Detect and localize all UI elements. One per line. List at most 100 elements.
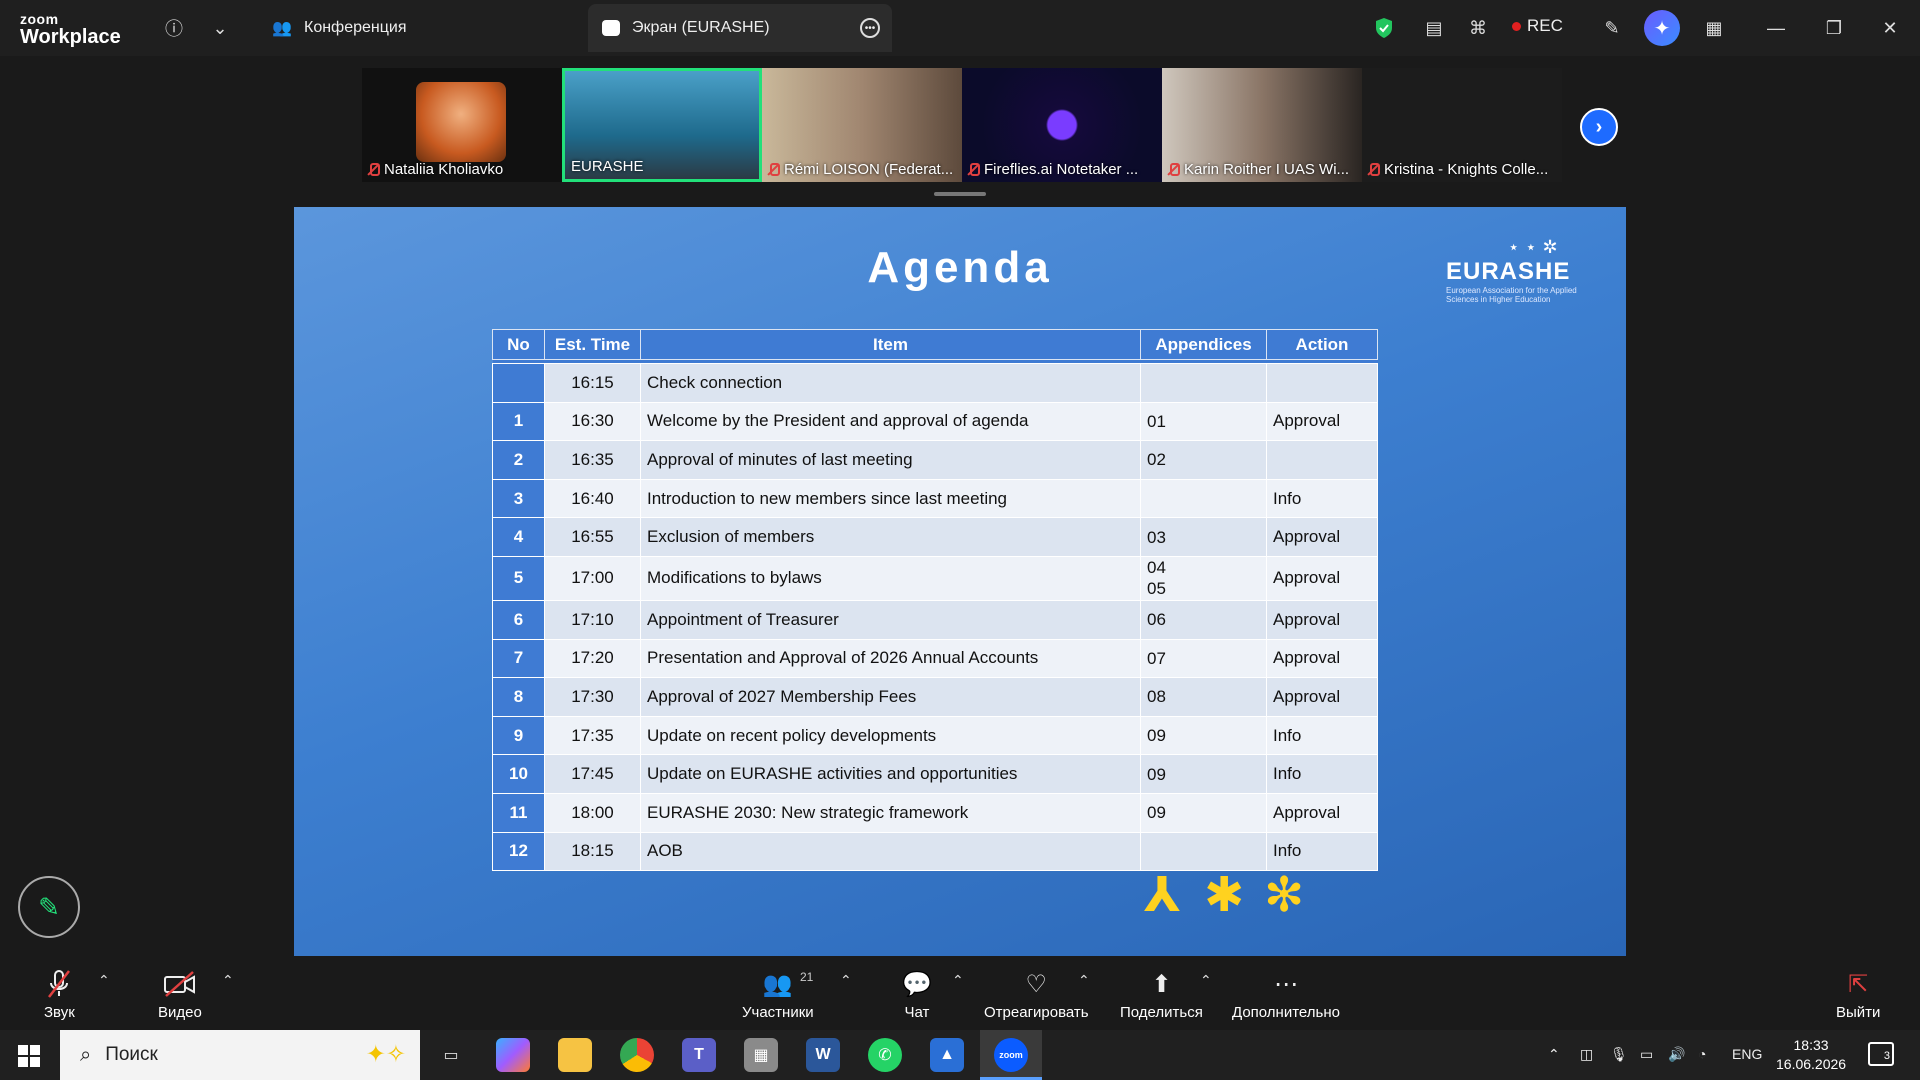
close-icon[interactable]: ✕ xyxy=(1876,14,1904,42)
video-options-caret-icon[interactable]: ⌃ xyxy=(222,972,234,989)
participant-tile[interactable]: Rémi LOISON (Federat... xyxy=(762,68,962,182)
document-app-icon[interactable]: ▲ xyxy=(930,1038,964,1072)
chat-button[interactable]: 💬 Чат xyxy=(902,968,932,1022)
annotation-pen-button[interactable]: ✎ xyxy=(18,876,80,938)
camera-tray-icon[interactable]: ◫ xyxy=(1580,1046,1593,1063)
cell-app: 09 xyxy=(1140,792,1267,833)
cell-time: 18:15 xyxy=(544,831,641,872)
participants-options-caret-icon[interactable]: ⌃ xyxy=(840,972,852,989)
cell-no: 3 xyxy=(492,478,545,519)
windows-start-icon[interactable] xyxy=(18,1045,40,1067)
search-placeholder: Поиск xyxy=(105,1044,158,1065)
share-button[interactable]: ⬆ Поделиться xyxy=(1120,968,1203,1022)
audio-label: Звук xyxy=(44,1004,75,1021)
strip-resize-handle[interactable] xyxy=(934,192,986,196)
tray-chevron-up-icon[interactable]: ⌃ xyxy=(1548,1046,1560,1063)
agenda-table: No Est. Time Item Appendices Action 16:1… xyxy=(492,329,1378,872)
audio-button[interactable]: Звук xyxy=(44,968,75,1021)
whatsapp-icon[interactable]: ✆ xyxy=(868,1038,902,1072)
audio-options-caret-icon[interactable]: ⌃ xyxy=(98,972,110,989)
cell-action: Approval xyxy=(1266,401,1378,442)
cell-no xyxy=(492,363,545,403)
avatar xyxy=(416,82,506,162)
chevron-down-icon[interactable]: ⌄ xyxy=(206,14,234,42)
table-row: 16:15 Check connection xyxy=(492,363,1378,403)
tab-screen-share[interactable]: Экран (EURASHE) ••• xyxy=(588,4,892,52)
cell-item: Exclusion of members xyxy=(640,517,1141,557)
video-button[interactable]: Видео xyxy=(158,968,202,1021)
taskbar-search[interactable]: ⌕ Поиск ✦✧ xyxy=(60,1030,420,1080)
react-label: Отреагировать xyxy=(984,1004,1089,1021)
mic-muted-icon xyxy=(968,162,980,177)
word-icon[interactable]: W xyxy=(806,1038,840,1072)
asterisk-icon: ✻ xyxy=(1264,869,1305,922)
sparkle-icon: ✦ xyxy=(1653,17,1671,40)
view-grid-icon[interactable]: ▦ xyxy=(1700,14,1728,42)
next-participants-button[interactable]: › xyxy=(1580,108,1618,146)
table-header-row: No Est. Time Item Appendices Action xyxy=(492,329,1378,360)
mic-tray-icon[interactable]: 🎙 xyxy=(1610,1046,1628,1063)
video-off-icon xyxy=(163,968,197,1000)
participant-tile[interactable]: Nataliia Kholiavko xyxy=(362,68,562,182)
volume-icon[interactable]: 🔊 xyxy=(1668,1046,1685,1063)
participant-name: EURASHE xyxy=(571,158,644,175)
calculator-icon[interactable]: ▦ xyxy=(744,1038,778,1072)
copilot-icon[interactable] xyxy=(496,1038,530,1072)
ai-companion-button[interactable]: ✦ xyxy=(1644,10,1680,46)
file-explorer-icon[interactable] xyxy=(558,1038,592,1072)
participant-tile[interactable]: Karin Roither I UAS Wi... xyxy=(1162,68,1362,182)
table-row: 12 18:15 AOB Info xyxy=(492,831,1378,872)
logo-small-text: zoom xyxy=(20,11,59,27)
participant-name: Kristina - Knights Colle... xyxy=(1384,161,1549,178)
info-icon[interactable]: ⓘ xyxy=(160,14,188,42)
notifications-icon[interactable]: 3 xyxy=(1868,1042,1894,1066)
battery-icon[interactable]: ▭ xyxy=(1640,1046,1653,1063)
task-view-icon[interactable]: ▭ xyxy=(434,1038,468,1072)
mic-muted-icon xyxy=(1168,162,1180,177)
column-header: Appendices xyxy=(1140,329,1267,360)
taskbar-clock[interactable]: 18:33 16.06.2026 xyxy=(1776,1036,1846,1074)
react-button[interactable]: ♡ Отреагировать xyxy=(984,968,1089,1022)
react-options-caret-icon[interactable]: ⌃ xyxy=(1078,972,1090,989)
more-button[interactable]: ⋯ Дополнительно xyxy=(1232,968,1340,1022)
leave-button[interactable]: ⇱ Выйти xyxy=(1836,968,1880,1022)
participant-name: Karin Roither I UAS Wi... xyxy=(1184,161,1350,178)
cell-item: Welcome by the President and approval of… xyxy=(640,401,1141,442)
mic-muted-icon xyxy=(1368,162,1380,177)
minimize-icon[interactable]: — xyxy=(1762,14,1790,42)
participant-tile[interactable]: Kristina - Knights Colle... xyxy=(1362,68,1562,182)
restore-icon[interactable]: ❐ xyxy=(1820,14,1848,42)
chrome-icon[interactable] xyxy=(620,1038,654,1072)
wifi-icon[interactable]: ◔ xyxy=(1698,1046,1706,1062)
chat-icon: 💬 xyxy=(902,970,932,998)
cell-app: 09 xyxy=(1140,715,1267,756)
zoom-icon[interactable]: zoom xyxy=(994,1038,1028,1072)
clock-date: 16.06.2026 xyxy=(1776,1056,1847,1072)
cell-time: 16:15 xyxy=(544,363,641,403)
transcript-icon[interactable]: ▤ xyxy=(1420,14,1448,42)
language-indicator[interactable]: ENG xyxy=(1732,1046,1762,1062)
logo-subtitle: European Association for the Applied Sci… xyxy=(1446,286,1577,304)
participants-count: 21 xyxy=(800,970,814,984)
table-row: 8 17:30 Approval of 2027 Membership Fees 08… xyxy=(492,677,1378,717)
logo-word: EURASHE xyxy=(1446,258,1571,285)
cell-action: Info xyxy=(1266,831,1378,872)
annotate-pencil-icon[interactable]: ✎ xyxy=(1598,14,1626,42)
cell-action: Approval xyxy=(1266,599,1378,640)
rec-label: REC xyxy=(1527,16,1563,35)
chat-options-caret-icon[interactable]: ⌃ xyxy=(952,972,964,989)
apps-icon[interactable]: ⌘ xyxy=(1464,14,1492,42)
recording-indicator[interactable]: REC xyxy=(1512,16,1563,36)
participant-tile[interactable]: Fireflies.ai Notetaker ... xyxy=(962,68,1162,182)
shield-icon[interactable] xyxy=(1370,14,1398,42)
participant-tile-active-speaker[interactable]: EURASHE xyxy=(562,68,762,182)
share-options-caret-icon[interactable]: ⌃ xyxy=(1200,972,1212,989)
column-header: Est. Time xyxy=(544,329,641,360)
cell-time: 16:30 xyxy=(544,401,641,442)
cell-time: 16:35 xyxy=(544,440,641,480)
teams-icon[interactable]: T xyxy=(682,1038,716,1072)
cell-no: 9 xyxy=(492,715,545,756)
tab-conference[interactable]: 👥 Конференция xyxy=(272,4,572,52)
more-options-icon[interactable]: ••• xyxy=(860,18,880,38)
table-row: 11 18:00 EURASHE 2030: New strategic frame… xyxy=(492,792,1378,833)
